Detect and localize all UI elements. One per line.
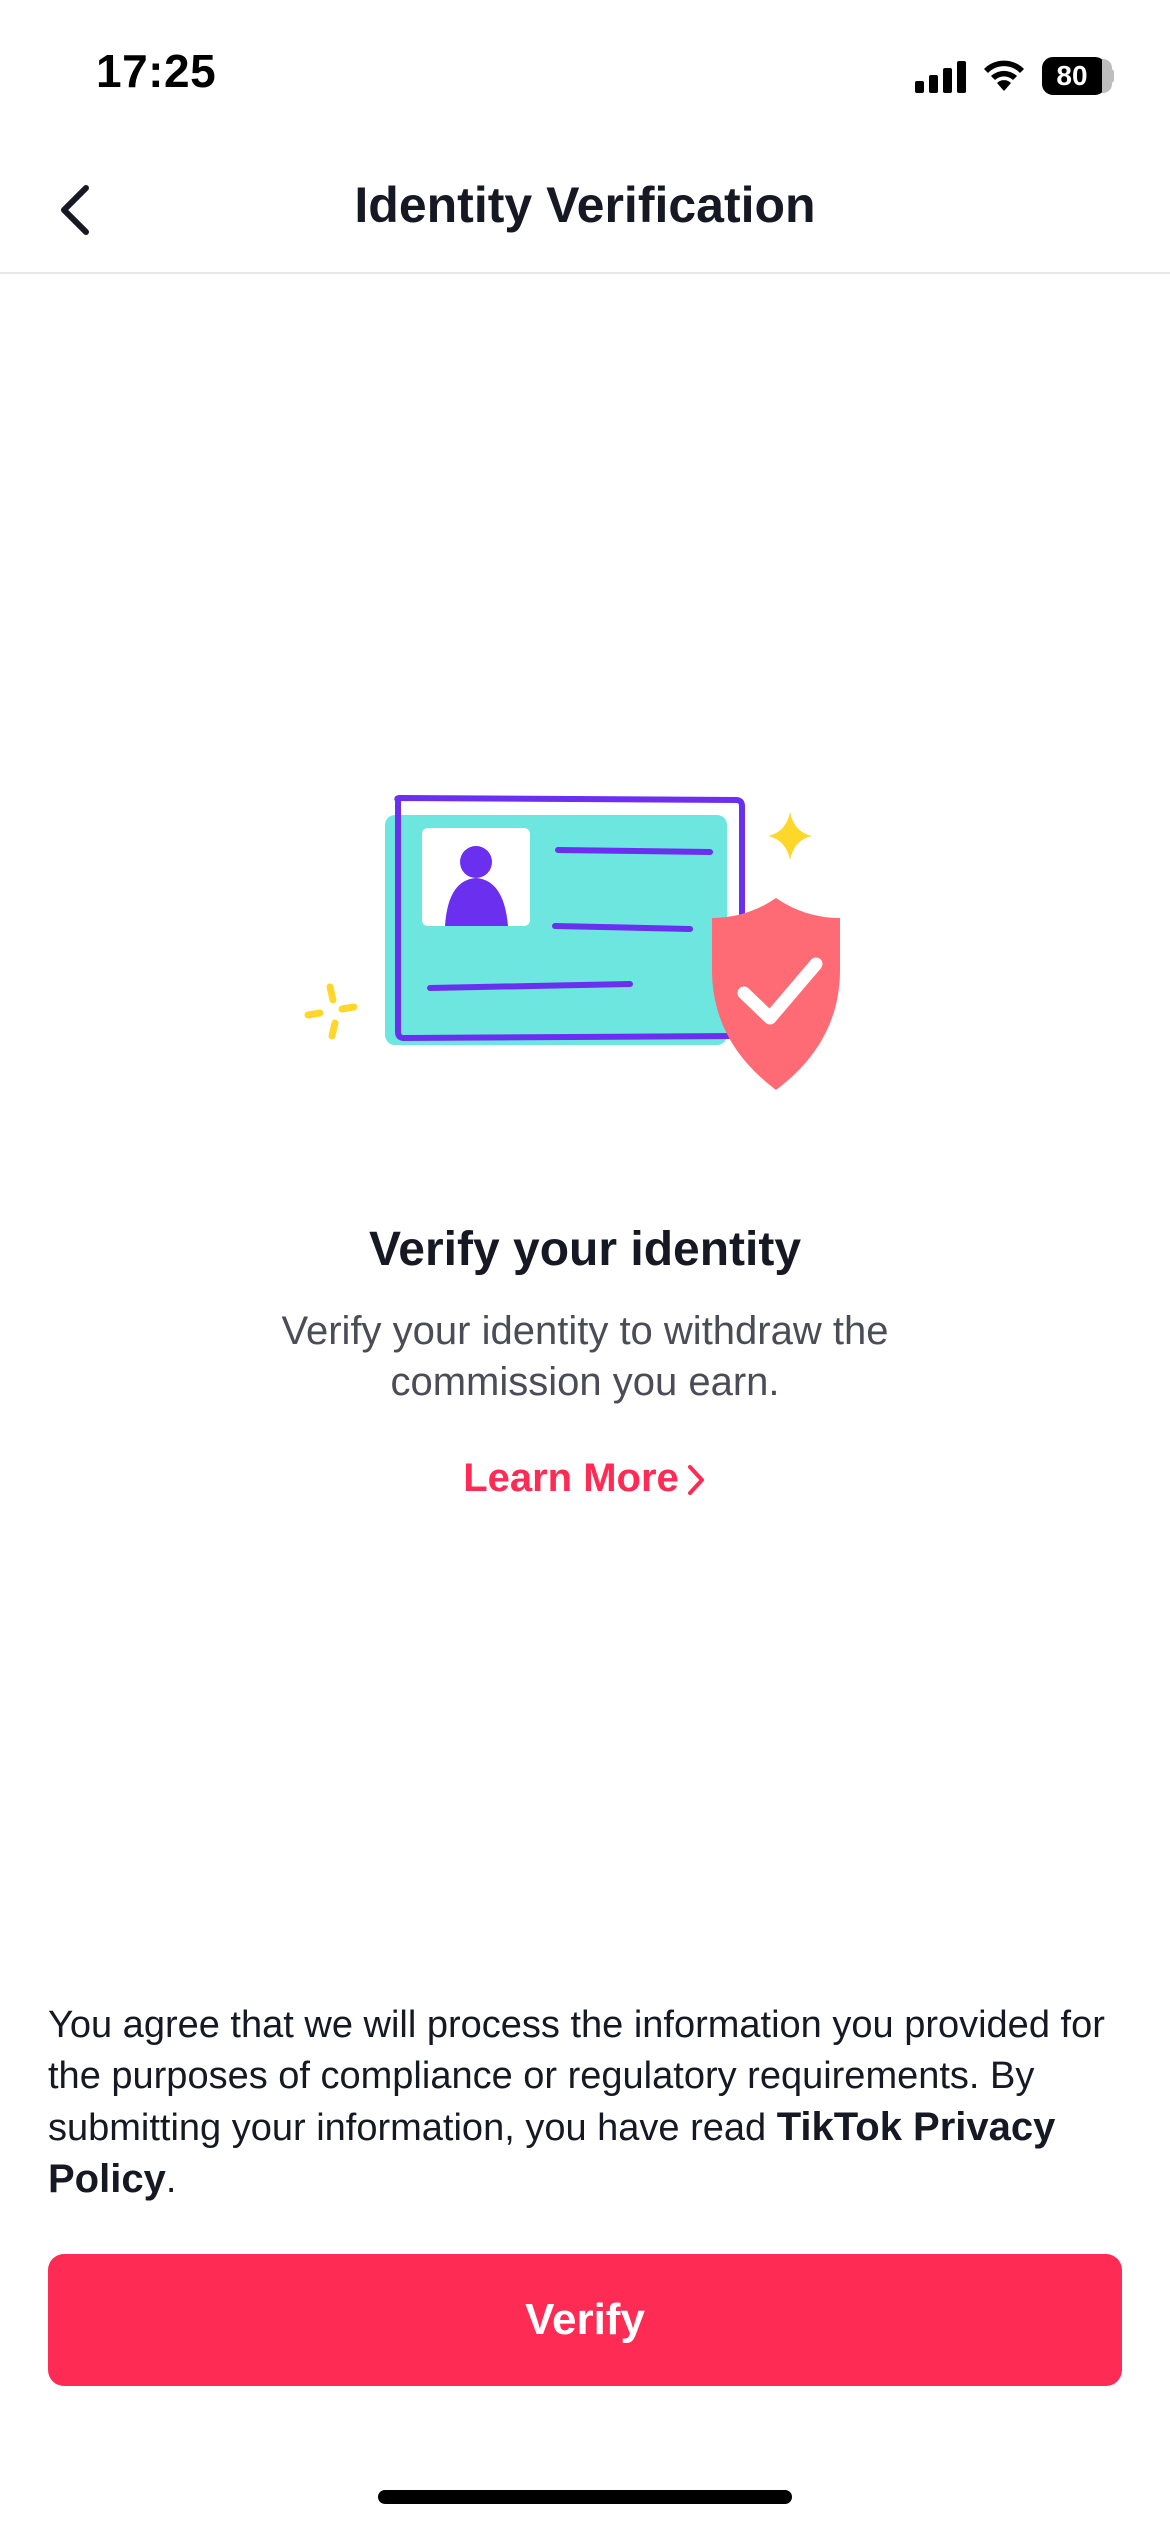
status-bar: 17:25 80 <box>0 0 1170 150</box>
sparkle-left-icon <box>304 983 358 1040</box>
legal-end: . <box>165 2159 177 2201</box>
chevron-right-icon <box>687 1465 704 1496</box>
verify-button[interactable]: Verify <box>48 2254 1122 2386</box>
battery-icon: 80 <box>1042 57 1114 95</box>
id-card-shield-check-icon <box>304 795 840 1090</box>
legal-notice: You agree that we will process the infor… <box>48 2000 1122 2206</box>
learn-more-label: Learn More <box>463 1456 679 1500</box>
page-title: Identity Verification <box>354 177 816 233</box>
battery-level: 80 <box>1056 60 1088 91</box>
description: Verify your identity to withdraw the com… <box>281 1309 889 1404</box>
wifi-icon <box>984 60 1024 91</box>
home-indicator <box>378 2490 792 2504</box>
cellular-signal-icon <box>915 59 966 93</box>
status-time: 17:25 <box>96 45 217 97</box>
navigation-bar: Identity Verification <box>0 150 1170 274</box>
shield-check-icon <box>712 898 840 1090</box>
status-icons: 80 <box>915 52 1114 100</box>
headline: Verify your identity <box>368 1223 802 1276</box>
sparkle-right-icon <box>768 812 812 860</box>
learn-more-link[interactable]: Learn More <box>0 1456 1170 1501</box>
